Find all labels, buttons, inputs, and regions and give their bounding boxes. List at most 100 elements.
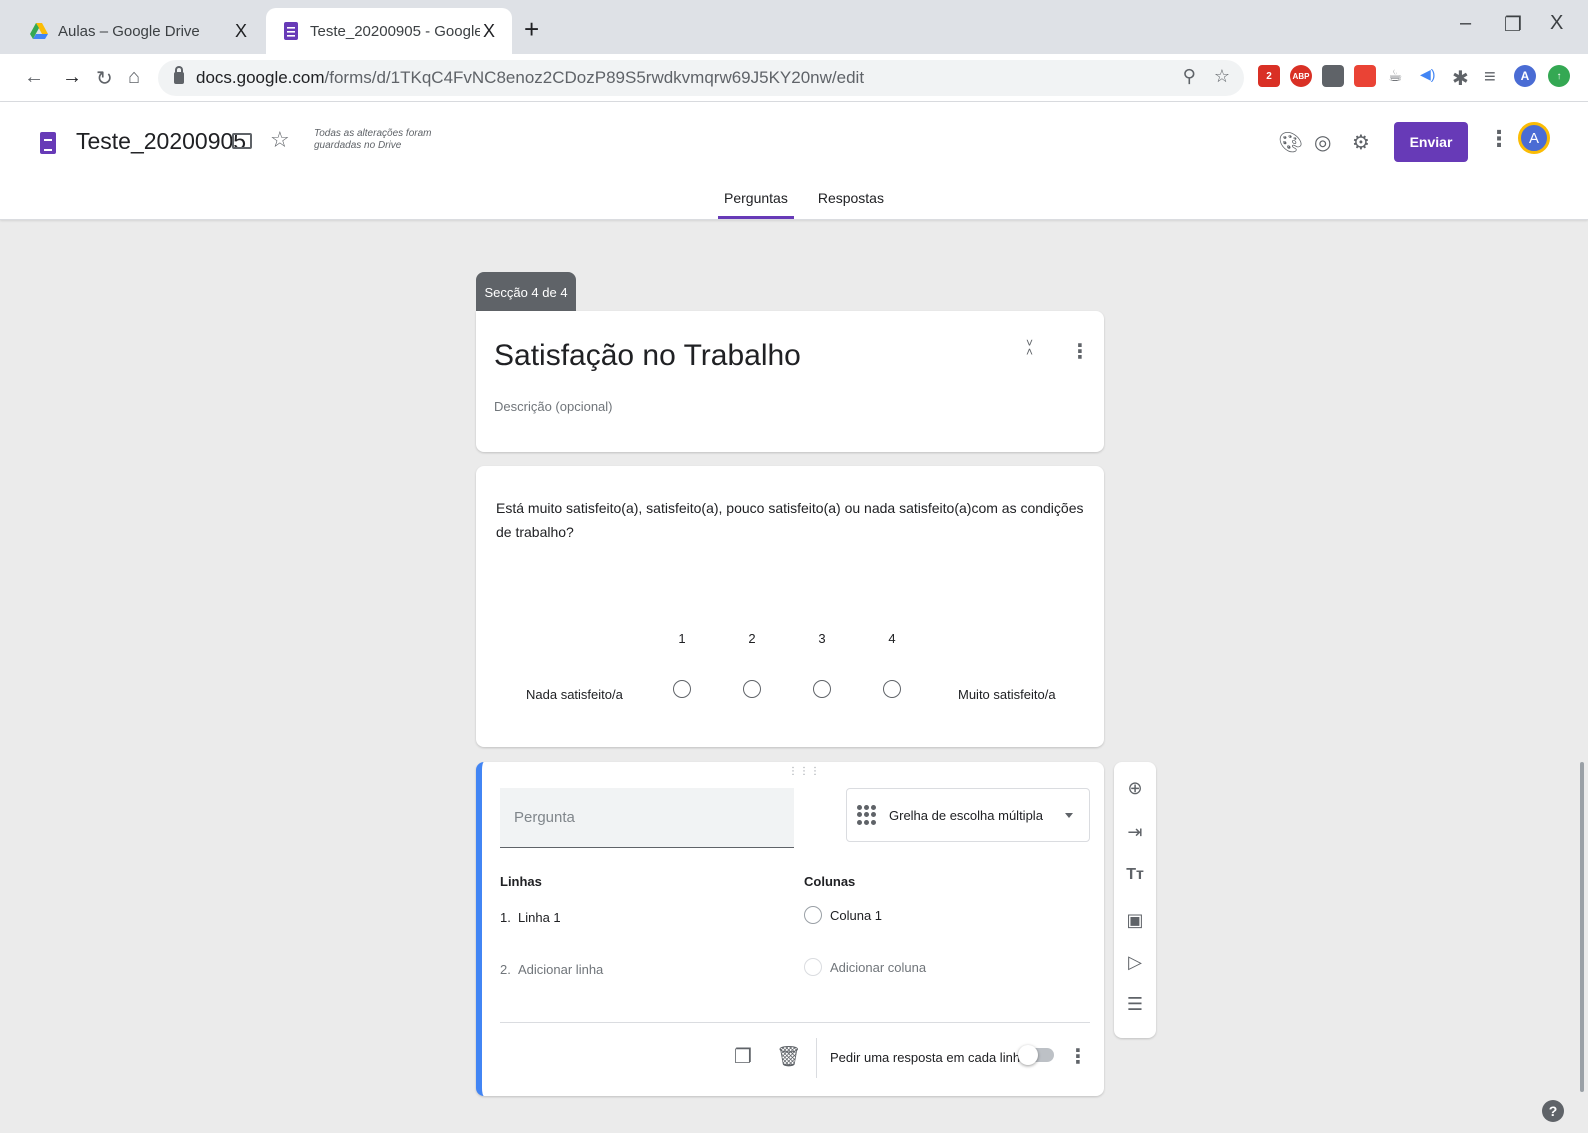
footer-separator — [816, 1038, 817, 1078]
reload-icon[interactable]: ↻ — [96, 66, 113, 91]
scale-radio[interactable] — [813, 680, 831, 698]
extension-cup-icon[interactable]: ☕ — [1388, 66, 1402, 86]
section-tag: Secção 4 de 4 — [476, 272, 576, 312]
save-status: Todas as alterações foram guardadas no D… — [314, 128, 432, 151]
trash-icon[interactable]: 🗑︎ — [776, 1044, 801, 1069]
extension-red-icon[interactable] — [1354, 65, 1376, 87]
extension-badge: 2 — [1266, 70, 1272, 82]
drag-handle-icon[interactable]: ⋮⋮⋮ — [788, 766, 821, 777]
help-icon[interactable]: ? — [1542, 1100, 1564, 1122]
browser-toolbar: ← → ↻ ⌂ docs.google.com/forms/d/1TKqC4Fv… — [0, 54, 1588, 102]
footer-divider — [500, 1022, 1090, 1023]
bookmark-star-icon[interactable]: ☆ — [1214, 66, 1230, 87]
radio-icon — [804, 958, 822, 976]
folder-icon[interactable] — [232, 133, 252, 149]
row-option[interactable]: Linha 1 — [518, 910, 561, 925]
chevron-down-icon — [1065, 813, 1073, 818]
browser-tab-bar: Aulas – Google Drive X Teste_20200905 - … — [0, 0, 1588, 54]
require-each-row-toggle[interactable] — [1018, 1045, 1054, 1065]
document-title[interactable]: Teste_20200905 — [76, 128, 246, 155]
puzzle-icon[interactable]: ✱ — [1452, 66, 1469, 91]
column-option[interactable]: Coluna 1 — [804, 906, 882, 924]
scale-max-label: Muito satisfeito/a — [958, 687, 1056, 702]
palette-icon[interactable]: 🎨︎ — [1278, 130, 1303, 155]
new-tab-button[interactable]: + — [524, 14, 539, 45]
question-card-scale[interactable]: Está muito satisfeito(a), satisfeito(a),… — [476, 466, 1104, 747]
scale-radio[interactable] — [743, 680, 761, 698]
row-number: 1. — [500, 910, 511, 925]
require-each-row-label: Pedir uma resposta em cada linha — [830, 1050, 1028, 1065]
settings-gear-icon[interactable]: ⚙ — [1352, 130, 1370, 155]
back-icon[interactable]: ← — [24, 66, 44, 89]
drive-extension-icon[interactable] — [1322, 65, 1344, 87]
profile-icon[interactable]: A — [1514, 65, 1536, 87]
add-section-icon[interactable]: ☰ — [1114, 994, 1156, 1015]
scale-number: 1 — [678, 631, 686, 646]
zoom-icon[interactable]: ⚲ — [1183, 66, 1196, 87]
adblock-label: ABP — [1292, 71, 1310, 81]
url-path: /forms/d/1TKqC4FvNC8enoz2CDozP89S5rwdkvm… — [324, 68, 865, 87]
adblock-icon[interactable]: ABP — [1290, 65, 1312, 87]
restore-icon[interactable]: ❐ — [1504, 12, 1522, 37]
section-description[interactable]: Descrição (opcional) — [494, 399, 613, 414]
scale-radio[interactable] — [883, 680, 901, 698]
tab-title: Teste_20200905 - Google Forms — [310, 22, 480, 40]
collapse-icon[interactable]: ˅ ˄ — [1026, 337, 1033, 358]
reading-list-icon[interactable]: ≡ — [1484, 66, 1496, 89]
more-options-icon[interactable]: ⋮ — [1488, 126, 1510, 152]
send-button[interactable]: Enviar — [1394, 122, 1468, 162]
close-tab-icon[interactable]: X — [480, 21, 498, 42]
minimize-icon[interactable]: – — [1460, 12, 1471, 35]
section-title[interactable]: Satisfação no Trabalho — [494, 339, 801, 373]
extension-icon[interactable]: 2 — [1258, 65, 1280, 87]
lock-icon — [174, 66, 184, 84]
section-more-icon[interactable]: ⋮ — [1070, 339, 1090, 364]
tab-respostas[interactable]: Respostas — [812, 188, 890, 219]
scale-radio[interactable] — [673, 680, 691, 698]
scrollbar[interactable] — [1580, 762, 1584, 1092]
update-icon[interactable]: ↑ — [1548, 65, 1570, 87]
forms-header: Teste_20200905 ☆ Todas as alterações for… — [0, 102, 1588, 220]
question-card-grid[interactable]: ⋮⋮⋮ Grelha de escolha múltipla Linhas Co… — [476, 762, 1104, 1096]
add-column-label: Adicionar coluna — [830, 959, 927, 975]
columns-header: Colunas — [804, 874, 856, 889]
radio-icon — [804, 906, 822, 924]
question-text: Está muito satisfeito(a), satisfeito(a),… — [496, 500, 1084, 540]
audio-extension-icon[interactable]: ◀) — [1420, 66, 1435, 83]
add-title-icon[interactable]: Tт — [1114, 866, 1156, 884]
tab-drive[interactable]: Aulas – Google Drive X — [14, 8, 264, 54]
row-number: 2. — [500, 962, 511, 977]
url-host: docs.google.com — [196, 68, 325, 87]
question-title-input[interactable] — [500, 788, 794, 848]
column-label: Coluna 1 — [830, 907, 883, 923]
close-window-icon[interactable]: X — [1550, 12, 1563, 35]
duplicate-icon[interactable]: ❐ — [734, 1044, 752, 1069]
add-row-option[interactable]: Adicionar linha — [518, 962, 603, 977]
tab-title: Aulas – Google Drive — [58, 22, 200, 40]
home-icon[interactable]: ⌂ — [128, 66, 140, 89]
tab-forms[interactable]: Teste_20200905 - Google Forms X — [266, 8, 512, 54]
google-forms-icon — [284, 22, 298, 40]
preview-eye-icon[interactable]: ◎ — [1314, 130, 1331, 155]
address-bar[interactable]: docs.google.com/forms/d/1TKqC4FvNC8enoz2… — [158, 60, 1244, 96]
scale-number: 4 — [888, 631, 896, 646]
avatar[interactable]: A — [1518, 122, 1550, 154]
add-image-icon[interactable]: ▣ — [1114, 910, 1156, 931]
google-drive-icon — [30, 23, 48, 39]
add-question-icon[interactable]: ⊕ — [1114, 778, 1156, 799]
forms-doc-icon[interactable] — [40, 132, 56, 154]
add-column-option[interactable]: Adicionar coluna — [804, 958, 926, 976]
question-toolbar: ⊕ ⇥ Tт ▣ ▷ ☰ — [1114, 762, 1156, 1038]
tab-perguntas[interactable]: Perguntas — [718, 188, 794, 219]
section-header-card[interactable]: Satisfação no Trabalho Descrição (opcion… — [476, 311, 1104, 452]
import-questions-icon[interactable]: ⇥ — [1114, 822, 1156, 843]
close-tab-icon[interactable]: X — [232, 21, 250, 42]
form-tabs: Perguntas Respostas — [718, 188, 890, 219]
add-video-icon[interactable]: ▷ — [1114, 952, 1156, 973]
forward-icon[interactable]: → — [62, 66, 82, 89]
star-icon[interactable]: ☆ — [270, 127, 290, 153]
question-more-icon[interactable]: ⋮ — [1068, 1044, 1088, 1069]
scale-number: 3 — [818, 631, 826, 646]
scale-min-label: Nada satisfeito/a — [526, 687, 623, 702]
question-type-select[interactable]: Grelha de escolha múltipla — [846, 788, 1090, 842]
